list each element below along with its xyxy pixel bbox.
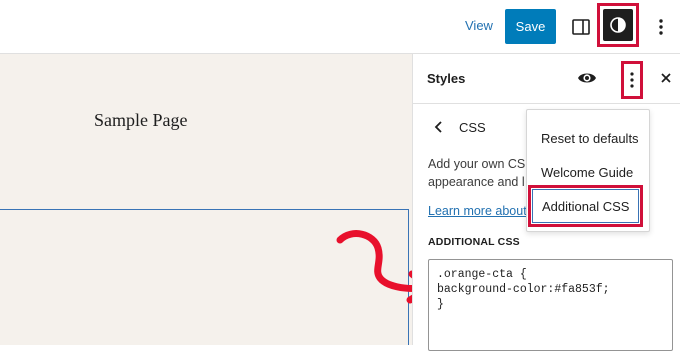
- menu-item-reset-defaults[interactable]: Reset to defaults: [527, 122, 649, 154]
- contrast-icon: [610, 17, 626, 33]
- additional-css-highlight: Additional CSS: [528, 185, 643, 227]
- eye-icon[interactable]: [577, 68, 597, 88]
- chevron-left-icon[interactable]: [433, 119, 445, 135]
- styles-toggle-button[interactable]: [603, 9, 633, 41]
- description-line: Add your own CS: [428, 157, 526, 171]
- view-link[interactable]: View: [465, 18, 493, 33]
- menu-item-label: Additional CSS: [542, 199, 630, 214]
- css-nav-title: CSS: [459, 120, 486, 135]
- more-vertical-icon: [659, 19, 663, 35]
- options-button[interactable]: [646, 9, 676, 45]
- additional-css-label: ADDITIONAL CSS: [428, 236, 520, 248]
- description-line: appearance and l: [428, 175, 525, 189]
- styles-more-highlight: [621, 61, 643, 99]
- menu-item-welcome-guide[interactable]: Welcome Guide: [527, 156, 649, 188]
- css-code-editor[interactable]: .orange-cta { background-color:#fa853f; …: [428, 259, 673, 351]
- menu-item-label: Reset to defaults: [541, 131, 639, 146]
- learn-more-link[interactable]: Learn more about: [428, 204, 538, 218]
- css-description: Add your own CS appearance and l: [428, 155, 538, 191]
- top-toolbar: View Save: [0, 0, 680, 54]
- close-icon[interactable]: [658, 70, 674, 86]
- page-title[interactable]: Sample Page: [94, 110, 187, 131]
- styles-more-button[interactable]: [624, 64, 640, 96]
- sidebar-toggle-icon: [572, 19, 590, 35]
- more-vertical-icon: [630, 72, 634, 88]
- menu-item-additional-css[interactable]: Additional CSS: [532, 189, 639, 223]
- styles-toggle-highlight: [597, 3, 639, 47]
- sidebar-header: Styles: [413, 54, 680, 104]
- sidebar-toggle-button[interactable]: [563, 9, 599, 45]
- sidebar-title: Styles: [427, 71, 466, 86]
- menu-item-label: Welcome Guide: [541, 165, 634, 180]
- save-button[interactable]: Save: [505, 9, 556, 44]
- styles-options-menu: Reset to defaults Welcome Guide Addition…: [526, 109, 650, 232]
